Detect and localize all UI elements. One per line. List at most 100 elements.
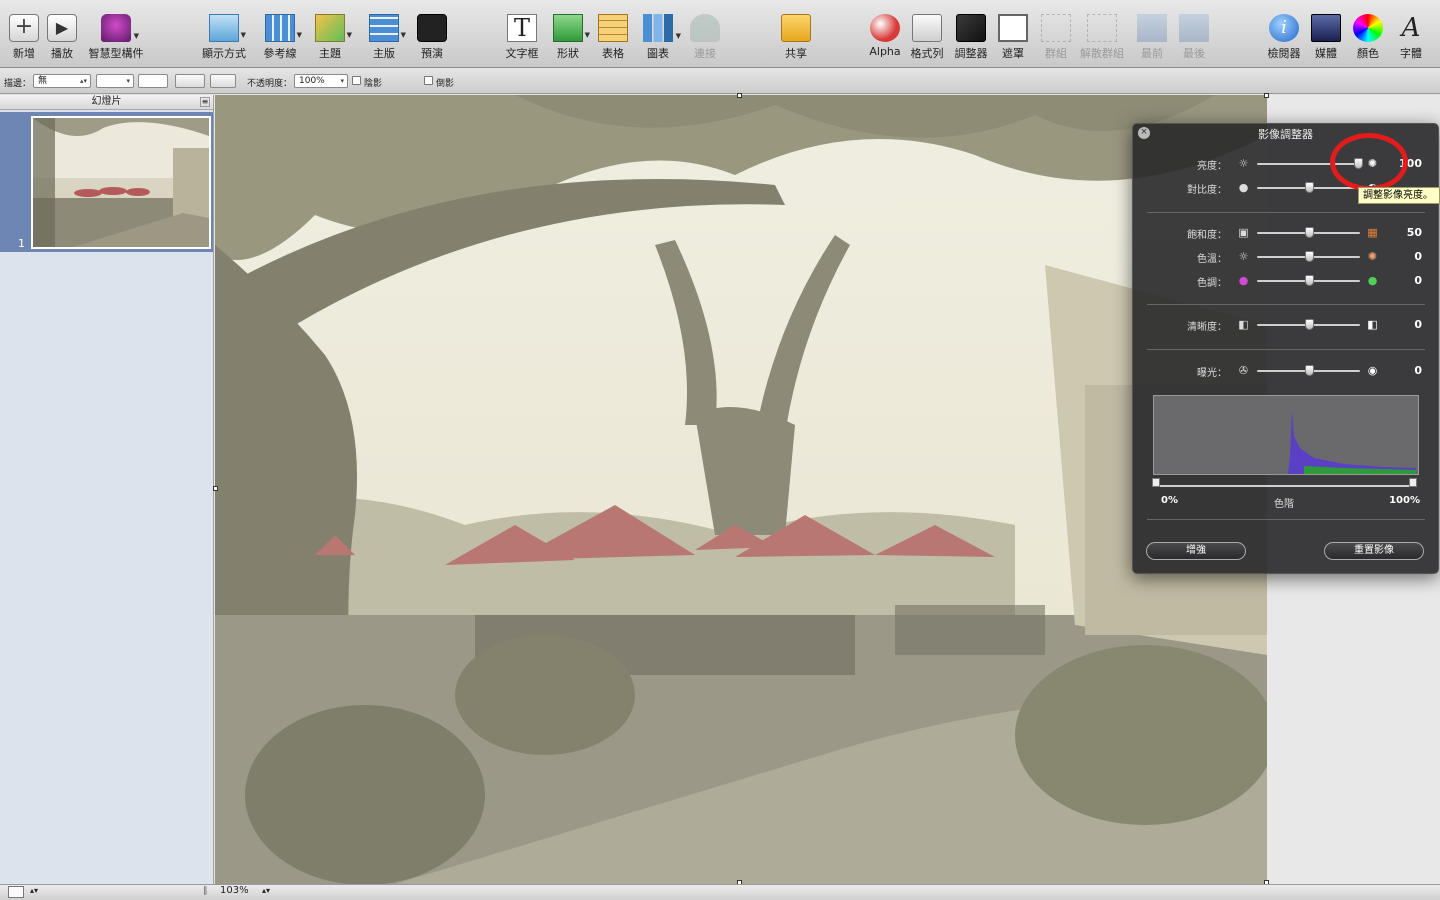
zoom-select[interactable]: 103% ▴▾ (220, 885, 276, 899)
navigator-menu-icon[interactable]: ≡ (200, 97, 210, 107)
adjust-row-label: 清晰度： (1187, 322, 1227, 333)
group-icon (1041, 14, 1071, 42)
adjust-row-label: 亮度： (1197, 161, 1227, 172)
stroke-color-well[interactable] (138, 74, 168, 88)
adjust-slider[interactable] (1257, 319, 1360, 330)
toolbar-label: 連接 (694, 47, 716, 60)
status-bar: ▴▾ ‖ 103% ▴▾ (0, 884, 1440, 900)
reset-image-button[interactable]: 重置影像 (1324, 542, 1424, 560)
toolbar-rehearse-button[interactable]: 預演 (404, 14, 460, 61)
toolbar-label: 參考線 (263, 47, 297, 60)
cool-icon[interactable]: ☼ (1237, 250, 1250, 263)
adjust-row: 色調： ● ● 0 (1133, 271, 1440, 291)
exposure-high-icon[interactable]: ◉ (1366, 364, 1379, 377)
toolbar-back-button[interactable]: 最後 (1166, 14, 1222, 61)
tint-magenta-icon[interactable]: ● (1237, 274, 1250, 287)
splitter-icon[interactable]: ‖ (203, 886, 208, 896)
toolbar-label: 最後 (1183, 47, 1205, 60)
table-icon (598, 14, 628, 42)
divider (1147, 519, 1425, 520)
saturation-high-icon[interactable]: ▦ (1366, 226, 1379, 239)
toolbar-view-button[interactable]: ▼ 顯示方式 (196, 14, 252, 61)
adjust-row: 色溫： ☼ ✺ 0 (1133, 247, 1440, 267)
chart-icon: ▼ (643, 14, 681, 42)
view-icon: ▼ (209, 14, 246, 42)
stroke-width-select[interactable]: ▾ (96, 74, 134, 88)
levels-black-point-knob[interactable] (1152, 478, 1160, 487)
adjust-slider[interactable] (1257, 365, 1360, 376)
toolbar-label: 預演 (421, 47, 443, 60)
slider-knob[interactable] (1304, 365, 1314, 376)
levels-white-point-knob[interactable] (1409, 478, 1417, 487)
adjust-row-label: 色調： (1197, 278, 1227, 289)
toolbar-label: 智慧型構件 (88, 47, 144, 60)
adjust-row-label: 色溫： (1197, 254, 1227, 265)
colors-icon (1353, 14, 1383, 42)
shadow-checkbox[interactable] (352, 76, 361, 85)
contrast-low-icon[interactable]: ● (1237, 181, 1250, 194)
reflection-checkbox[interactable] (424, 76, 433, 85)
ungroup-icon (1087, 14, 1117, 42)
levels-min-label: 0% (1161, 495, 1178, 506)
adjust-slider[interactable] (1257, 251, 1360, 262)
adjust-slider[interactable] (1257, 275, 1360, 286)
connect-icon (690, 14, 720, 42)
toolbar-connect-button[interactable]: 連接 (677, 14, 733, 61)
view-mode-icon[interactable] (8, 886, 24, 898)
view-mode-stepper-icon[interactable]: ▴▾ (30, 886, 38, 895)
toolbar-label: 播放 (51, 47, 73, 60)
divider (1147, 349, 1425, 350)
adjust-row-value: 50 (1406, 226, 1422, 239)
toolbar-themes-button[interactable]: ▼ 主題 (302, 14, 358, 61)
tint-green-icon[interactable]: ● (1366, 274, 1379, 287)
adjust-row: 飽和度： ▣ ▦ 50 (1133, 223, 1440, 243)
slide-thumbnail[interactable] (31, 116, 211, 249)
sun-small-icon[interactable]: ☼ (1237, 157, 1250, 170)
selection-handle[interactable] (213, 486, 218, 491)
adjust-row-label: 飽和度： (1187, 230, 1227, 241)
enhance-button[interactable]: 增強 (1146, 542, 1246, 560)
adjust-slider[interactable] (1257, 227, 1360, 238)
opacity-select[interactable]: 100% ▾ (294, 74, 348, 88)
sharpness-high-icon[interactable]: ◧ (1366, 318, 1379, 331)
adjust-row-value: 0 (1414, 274, 1422, 287)
adjust-row-value: 0 (1414, 250, 1422, 263)
smart-build-icon: ▼ (101, 14, 139, 42)
masters-icon: ▼ (369, 14, 406, 42)
adjust-row-label: 對比度： (1187, 185, 1227, 196)
media-icon (1311, 14, 1341, 42)
stroke-select[interactable]: 無 ▴▾ (33, 74, 91, 88)
levels-track (1155, 485, 1417, 487)
sharpness-low-icon[interactable]: ◧ (1237, 318, 1250, 331)
fill-button[interactable] (210, 74, 236, 88)
warm-icon[interactable]: ✺ (1366, 250, 1379, 263)
toolbar-fonts-button[interactable]: A 字體 (1383, 14, 1439, 61)
selection-handle[interactable] (737, 93, 742, 98)
slider-knob[interactable] (1304, 227, 1314, 238)
opacity-label: 不透明度： (247, 79, 293, 89)
slider-knob[interactable] (1304, 182, 1314, 193)
format-bar: 描邊： 無 ▴▾ ▾ 不透明度： 100% ▾ 陰影 倒影 (0, 69, 1440, 94)
adjust-row: 清晰度： ◧ ◧ 0 (1133, 315, 1440, 335)
toolbar-play-button[interactable]: ▶ 播放 (34, 14, 90, 61)
slider-knob[interactable] (1304, 251, 1314, 262)
saturation-low-icon[interactable]: ▣ (1237, 226, 1250, 239)
slider-knob[interactable] (1304, 275, 1314, 286)
line-style-button[interactable] (175, 74, 205, 88)
toolbar-smart-build-button[interactable]: ▼ 智慧型構件 (88, 14, 144, 61)
toolbar-ungroup-button[interactable]: 解散群組 (1074, 14, 1130, 61)
front-icon (1137, 14, 1167, 42)
levels-max-label: 100% (1389, 495, 1420, 506)
rehearse-icon (417, 14, 447, 42)
divider (1147, 304, 1425, 305)
slide-photo[interactable] (215, 95, 1267, 884)
toolbar-share-button[interactable]: 共享 (768, 14, 824, 61)
slider-knob[interactable] (1304, 319, 1314, 330)
inspector-icon: i (1269, 14, 1299, 42)
share-icon (781, 14, 811, 42)
stroke-label: 描邊： (4, 79, 32, 89)
adjust-slider[interactable] (1257, 182, 1360, 193)
selection-handle[interactable] (1264, 93, 1269, 98)
toolbar-guides-button[interactable]: ▼ 參考線 (252, 14, 308, 61)
exposure-low-icon[interactable]: ✇ (1237, 364, 1250, 377)
